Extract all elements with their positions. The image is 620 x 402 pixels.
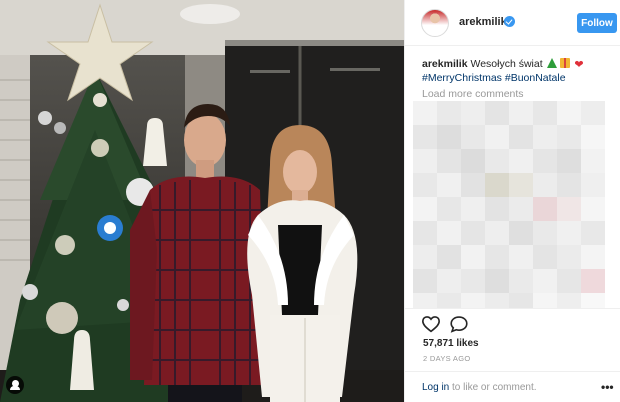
- heart-emoji-icon: ❤: [574, 59, 584, 71]
- post-sidebar: arekmilik Follow arekmilik Wesołych świa…: [404, 0, 620, 402]
- caption-username[interactable]: arekmilik: [422, 58, 468, 70]
- post-actions: 57,871 likes 2 DAYS AGO Log in to like o…: [405, 308, 620, 402]
- verified-badge-icon: [504, 16, 515, 27]
- avatar[interactable]: [421, 9, 449, 37]
- photo-scene: [0, 0, 404, 402]
- speech-bubble-icon[interactable]: [449, 315, 469, 333]
- header-username[interactable]: arekmilik: [459, 16, 507, 28]
- blurred-comments: [413, 101, 609, 309]
- login-text: Log in to like or comment.: [422, 382, 537, 393]
- gift-emoji-icon: [560, 58, 571, 68]
- likes-count[interactable]: 57,871 likes: [423, 338, 479, 349]
- login-link[interactable]: Log in: [422, 382, 449, 393]
- heart-outline-icon[interactable]: [421, 315, 441, 333]
- post-photo[interactable]: [0, 0, 404, 402]
- user-tag-icon[interactable]: [6, 376, 24, 394]
- more-options-icon[interactable]: •••: [601, 380, 614, 394]
- caption-text: Wesołych świat: [470, 58, 543, 70]
- hashtag-merrychristmas[interactable]: #MerryChristmas: [422, 72, 502, 84]
- post-timestamp[interactable]: 2 DAYS AGO: [423, 354, 470, 363]
- post-caption: arekmilik Wesołych świat ❤ #MerryChristm…: [422, 57, 612, 85]
- load-more-comments-link[interactable]: Load more comments: [422, 88, 524, 100]
- login-prompt: Log in to like or comment. •••: [405, 371, 620, 402]
- christmas-tree-emoji-icon: [546, 58, 557, 68]
- follow-button[interactable]: Follow: [577, 13, 617, 33]
- login-suffix: to like or comment.: [449, 382, 537, 393]
- hashtag-buonnatale[interactable]: #BuonNatale: [505, 72, 566, 84]
- post-header: arekmilik Follow: [405, 0, 620, 46]
